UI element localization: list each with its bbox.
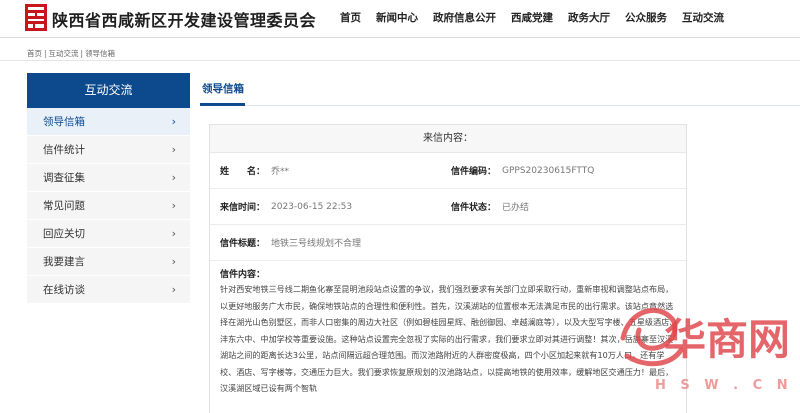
sidebar-item-faq[interactable]: 常见问题 › (27, 192, 190, 220)
page: 陕西省西咸新区开发建设管理委员会 首页 新闻中心 政府信息公开 西咸党建 政务大… (0, 0, 800, 413)
breadcrumb-separator: | (44, 49, 47, 58)
body-label: 信件内容： (220, 270, 266, 280)
subject-label: 信件标题： (220, 239, 266, 249)
sidebar: 互动交流 领导信箱 › 信件统计 › 调查征集 › 常见问题 › 回应关切 › 我要建言 ›… (27, 73, 190, 304)
name-field: 姓 名： 乔** (220, 153, 289, 188)
chevron-right-icon: › (171, 171, 176, 184)
site-header: 陕西省西咸新区开发建设管理委员会 首页 新闻中心 政府信息公开 西咸党建 政务大… (0, 0, 800, 38)
chevron-right-icon: › (171, 255, 176, 268)
sidebar-item-leader-mailbox[interactable]: 领导信箱 › (27, 108, 190, 136)
nav-party[interactable]: 西咸党建 (511, 10, 553, 25)
status-value: 已办结 (502, 203, 530, 213)
sidebar-item-survey[interactable]: 调查征集 › (27, 164, 190, 192)
sidebar-title: 互动交流 (27, 73, 190, 108)
nav-gov-info[interactable]: 政府信息公开 (433, 10, 496, 25)
sidebar-item-label: 我要建言 (43, 256, 85, 268)
sidebar-list: 领导信箱 › 信件统计 › 调查征集 › 常见问题 › 回应关切 › 我要建言 › 在线访谈… (27, 108, 190, 304)
chevron-right-icon: › (171, 115, 176, 128)
watermark-logo: 华商网 (620, 307, 787, 367)
time-value: 2023-06-15 22:53 (271, 201, 353, 212)
time-field: 来信时间： 2023-06-15 22:53 (220, 189, 352, 224)
subject-field: 信件标题： 地铁三号线规划不合理 (220, 225, 361, 260)
breadcrumb-interaction[interactable]: 互动交流 (49, 49, 79, 58)
nav-news[interactable]: 新闻中心 (376, 10, 418, 25)
code-value: GPPS20230615FTTQ (502, 165, 595, 176)
status-label: 信件状态： (451, 203, 497, 213)
nav-public-service[interactable]: 公众服务 (625, 10, 667, 25)
watermark-logo-text: 华商网 (664, 315, 787, 364)
sidebar-item-online-interview[interactable]: 在线访谈 › (27, 276, 190, 304)
breadcrumb: 首页 | 互动交流 | 领导信箱 (27, 48, 115, 59)
chevron-right-icon: › (171, 227, 176, 240)
main-nav: 首页 新闻中心 政府信息公开 西咸党建 政务大厅 公众服务 互动交流 (340, 10, 724, 25)
body-text: 针对西安地铁三号线二期鱼化寨至昆明池段站点设置的争议，我们强烈要求有关部门立即采… (220, 284, 678, 393)
code-field: 信件编码： GPPS20230615FTTQ (451, 153, 594, 188)
nav-service-hall[interactable]: 政务大厅 (568, 10, 610, 25)
letter-row-time-status: 来信时间： 2023-06-15 22:53 信件状态： 已办结 (210, 189, 686, 225)
nav-home[interactable]: 首页 (340, 10, 361, 25)
chevron-right-icon: › (171, 143, 176, 156)
emblem-logo-icon[interactable] (25, 4, 47, 31)
site-title[interactable]: 陕西省西咸新区开发建设管理委员会 (52, 7, 316, 31)
code-label: 信件编码： (451, 167, 497, 177)
name-value: 乔** (271, 167, 290, 177)
sidebar-item-label: 领导信箱 (43, 116, 85, 128)
sidebar-item-responses[interactable]: 回应关切 › (27, 220, 190, 248)
watermark-url: H S W . C N (655, 378, 793, 393)
subject-value: 地铁三号线规划不合理 (271, 239, 362, 249)
sidebar-item-label: 回应关切 (43, 228, 85, 240)
sidebar-item-label: 调查征集 (43, 172, 85, 184)
chevron-right-icon: › (171, 283, 176, 296)
sidebar-item-label: 在线访谈 (43, 284, 85, 296)
letter-header: 来信内容： (210, 125, 686, 153)
time-label: 来信时间： (220, 203, 266, 213)
name-label: 姓 名： (220, 167, 266, 177)
status-field: 信件状态： 已办结 (451, 189, 529, 224)
sidebar-item-label: 信件统计 (43, 144, 85, 156)
sidebar-item-label: 常见问题 (43, 200, 85, 212)
sidebar-item-letter-stats[interactable]: 信件统计 › (27, 136, 190, 164)
breadcrumb-separator: | (80, 49, 84, 58)
sidebar-item-suggestions[interactable]: 我要建言 › (27, 248, 190, 276)
letter-row-name-code: 姓 名： 乔** 信件编码： GPPS20230615FTTQ (210, 153, 686, 189)
active-tab-indicator (200, 103, 245, 106)
divider (0, 60, 800, 61)
nav-interaction[interactable]: 互动交流 (682, 10, 724, 25)
breadcrumb-home[interactable]: 首页 (27, 49, 42, 58)
letter-row-subject: 信件标题： 地铁三号线规划不合理 (210, 225, 686, 261)
content-tab-bar: 领导信箱 (200, 73, 800, 106)
tab-leader-mailbox[interactable]: 领导信箱 (202, 81, 244, 96)
chevron-right-icon: › (171, 199, 176, 212)
breadcrumb-leader-mailbox[interactable]: 领导信箱 (85, 49, 115, 58)
